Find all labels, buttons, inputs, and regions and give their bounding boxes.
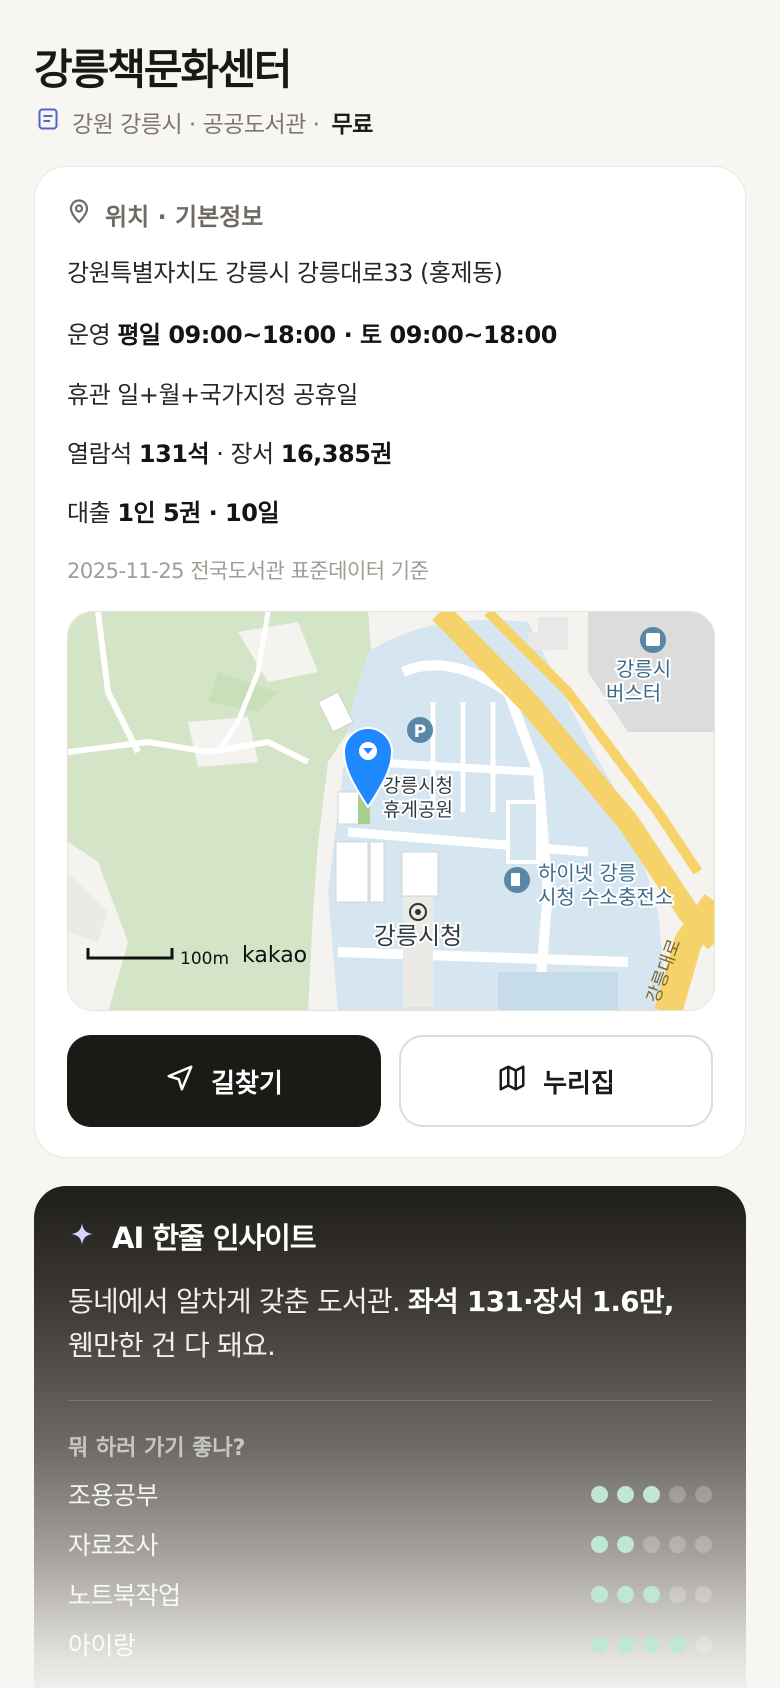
rating-dot xyxy=(669,1585,686,1603)
rating-dot xyxy=(643,1585,660,1603)
loan-row: 대출 1인 5권 · 10일 xyxy=(67,499,280,527)
rating-dot xyxy=(695,1635,712,1653)
ai-insight-text: 동네에서 알차게 갖춘 도서관. 좌석 131·장서 1.6만, 웬만한 건 다… xyxy=(68,1285,674,1362)
website-button[interactable]: 누리집 xyxy=(399,1035,713,1127)
activity-rating xyxy=(591,1635,712,1653)
activity-label: 조용공부 xyxy=(68,1481,159,1510)
rating-dot xyxy=(617,1585,634,1603)
rating-dot xyxy=(669,1635,686,1653)
closed-days: 휴관 일+월+국가지정 공휴일 xyxy=(67,381,358,409)
activity-rating xyxy=(591,1585,712,1603)
rating-dot xyxy=(617,1635,634,1653)
rating-dot xyxy=(695,1485,712,1503)
poi-park-label-1: 강릉시청 xyxy=(383,775,453,797)
directions-label: 길찾기 xyxy=(211,1068,283,1099)
activity-row: 아이랑 xyxy=(68,1626,712,1662)
rating-dot xyxy=(695,1585,712,1603)
svg-text:P: P xyxy=(414,722,426,742)
divider xyxy=(68,1400,712,1401)
poi-park-label-2: 휴게공원 xyxy=(383,799,453,821)
activity-row: 노트북작업 xyxy=(68,1576,712,1612)
document-icon xyxy=(36,107,60,137)
section-header: 위치 · 기본정보 xyxy=(67,197,263,231)
poi-h2-label-1: 하이넷 강릉 xyxy=(538,861,636,885)
hours-row: 운영 평일 09:00~18:00 · 토 09:00~18:00 xyxy=(67,321,557,349)
rating-dot xyxy=(695,1535,712,1553)
books-value: 16,385권 xyxy=(280,440,393,468)
activity-label: 아이랑 xyxy=(68,1631,136,1660)
rating-dot xyxy=(643,1635,660,1653)
fee-badge: 무료 xyxy=(331,112,374,138)
scale-label: 100m xyxy=(180,949,229,969)
rating-dot xyxy=(617,1485,634,1503)
activity-rating xyxy=(591,1535,712,1553)
rating-dot xyxy=(591,1635,608,1653)
info-card: 위치 · 기본정보 강원특별자치도 강릉시 강릉대로33 (홍제동) 운영 평일… xyxy=(34,166,746,1158)
activity-row: 자료조사 xyxy=(68,1526,712,1562)
rating-dot xyxy=(591,1585,608,1603)
poi-cityhall-label: 강릉시청 xyxy=(374,922,462,950)
region-text: 강원 강릉시 xyxy=(72,112,183,138)
rating-dot xyxy=(591,1485,608,1503)
ai-insight-card: AI 한줄 인사이트 동네에서 알차게 갖춘 도서관. 좌석 131·장서 1.… xyxy=(34,1186,746,1688)
activity-label: 노트북작업 xyxy=(68,1581,181,1610)
rating-dot xyxy=(669,1535,686,1553)
poi-bus-label-2: 버스터 xyxy=(606,681,661,705)
rating-dot xyxy=(643,1535,660,1553)
library-meta: 강원 강릉시 · 공공도서관 · 무료 xyxy=(36,106,373,138)
rating-dot xyxy=(591,1535,608,1553)
activity-rating xyxy=(591,1485,712,1503)
capacity-row: 열람석 131석 · 장서 16,385권 xyxy=(67,440,393,468)
hours-value: 평일 09:00~18:00 · 토 09:00~18:00 xyxy=(117,321,557,349)
library-type: 공공도서관 xyxy=(202,112,307,138)
source-note: 2025-11-25 전국도서관 표준데이터 기준 xyxy=(67,559,429,583)
activity-question: 뭐 하러 가기 좋나? xyxy=(68,1436,246,1461)
section-title: 위치 · 기본정보 xyxy=(105,202,264,231)
sparkle-icon xyxy=(70,1219,94,1253)
rating-dot xyxy=(617,1535,634,1553)
directions-button[interactable]: 길찾기 xyxy=(67,1035,381,1127)
website-label: 누리집 xyxy=(543,1068,615,1099)
page-title: 강릉책문화센터 xyxy=(34,45,292,94)
location-map[interactable]: P 강릉시청 휴게공원 강릉시청 하이넷 강릉 시청 수소충전소 강릉시 버스터… xyxy=(67,611,715,1011)
loan-value: 1인 5권 · 10일 xyxy=(117,499,280,527)
location-pin-icon xyxy=(67,198,91,230)
seats-value: 131석 xyxy=(138,440,210,468)
poi-bus-label-1: 강릉시 xyxy=(616,657,671,681)
rating-dot xyxy=(669,1485,686,1503)
activity-label: 자료조사 xyxy=(68,1531,159,1560)
ai-insight-header: AI 한줄 인사이트 xyxy=(70,1216,317,1256)
poi-h2-label-2: 시청 수소충전소 xyxy=(538,885,673,909)
ai-insight-title: AI 한줄 인사이트 xyxy=(112,1221,317,1255)
address-text: 강원특별자치도 강릉시 강릉대로33 (홍제동) xyxy=(67,259,503,287)
navigation-arrow-icon xyxy=(165,1063,195,1100)
rating-dot xyxy=(643,1485,660,1503)
map-icon xyxy=(497,1063,527,1100)
kakao-logo: kakao xyxy=(242,943,307,968)
activity-row: 조용공부 xyxy=(68,1476,712,1512)
